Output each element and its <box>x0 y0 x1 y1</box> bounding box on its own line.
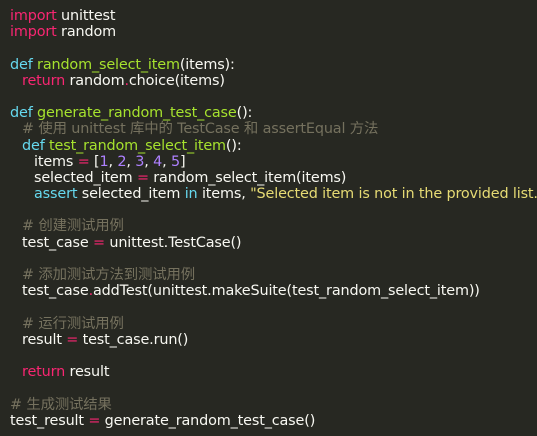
code-text: choice(items) <box>128 72 225 89</box>
operator: = <box>93 234 105 251</box>
code-text: generate_random_test_case() <box>100 412 316 429</box>
code-line-26: test_result = generate_random_test_case(… <box>10 413 537 429</box>
code-text: addTest(unittest.makeSuite(test_random_s… <box>93 283 480 300</box>
keyword: return <box>22 364 66 381</box>
operator: = <box>88 412 101 429</box>
code-comment: # 使用 unittest 库中的 TestCase 和 assertEqual… <box>22 121 379 138</box>
code-line-10: items = [1, 2, 3, 4, 5] <box>10 154 537 170</box>
keyword: in <box>184 186 198 203</box>
keyword: def <box>22 137 45 154</box>
code-line-21: result = test_case.run() <box>10 332 537 348</box>
code-text: , <box>144 153 154 170</box>
code-text: test_case <box>22 283 89 300</box>
keyword: import <box>10 8 57 24</box>
code-line-11: selected_item = random_select_item(items… <box>10 170 537 186</box>
code-text: (): <box>225 137 242 154</box>
number-literal: 5 <box>171 153 181 170</box>
keyword: return <box>22 72 66 89</box>
number-literal: 3 <box>135 153 145 170</box>
code-line-15: test_case = unittest.TestCase() <box>10 235 537 251</box>
code-comment: # 创建测试用例 <box>22 218 124 235</box>
code-line-9: def test_random_select_item(): <box>10 138 537 154</box>
code-text: , <box>126 153 136 170</box>
code-text: [ <box>89 153 100 170</box>
function-name: test_random_select_item <box>49 137 226 154</box>
code-line-18: test_case.addTest(unittest.makeSuite(tes… <box>10 283 537 299</box>
code-comment: # 生成测试结果 <box>10 396 112 413</box>
operator: = <box>136 169 149 186</box>
code-line-12: assert selected_item in items, "Selected… <box>10 186 537 202</box>
function-name: generate_random_test_case <box>37 105 237 122</box>
code-text: unittest.TestCase() <box>104 234 242 251</box>
code-text: test_case <box>22 234 93 251</box>
code-text: test_result <box>10 412 89 429</box>
code-text: , <box>162 153 171 170</box>
code-text: result <box>65 364 110 381</box>
number-literal: 4 <box>153 153 163 170</box>
code-text: ] <box>180 153 186 170</box>
keyword: assert <box>34 186 78 203</box>
operator: = <box>77 153 90 170</box>
code-text: selected_item <box>77 186 185 203</box>
code-line-7: def generate_random_test_case(): <box>10 105 537 121</box>
number-literal: 1 <box>99 153 109 170</box>
code-comment: # 运行测试用例 <box>22 315 124 332</box>
code-text: selected_item <box>34 169 137 186</box>
operator: = <box>66 331 79 348</box>
code-text: unittest <box>56 8 116 24</box>
code-line-1: import unittest <box>10 8 537 24</box>
code-editor[interactable]: import unittest import random def random… <box>0 0 537 436</box>
code-line-5: return random.choice(items) <box>10 73 537 89</box>
keyword: def <box>10 56 33 73</box>
keyword: import <box>10 24 57 41</box>
code-text: random <box>65 72 125 89</box>
code-text: random_select_item(items) <box>148 169 347 186</box>
code-text: (): <box>236 105 253 122</box>
code-comment: # 添加测试方法到测试用例 <box>22 267 195 283</box>
keyword: def <box>10 105 33 122</box>
code-line-23: return result <box>10 364 537 380</box>
code-text: result <box>22 331 67 348</box>
string-literal: "Selected item is not in the provided li… <box>250 186 537 203</box>
code-text: random <box>56 24 116 41</box>
code-text: test_case.run() <box>78 331 189 348</box>
code-line-4: def random_select_item(items): <box>10 57 537 73</box>
code-text: items <box>34 153 78 170</box>
code-text: items, <box>197 186 251 203</box>
code-line-2: import random <box>10 24 537 40</box>
code-text: (items): <box>179 56 235 73</box>
function-name: random_select_item <box>37 56 180 73</box>
